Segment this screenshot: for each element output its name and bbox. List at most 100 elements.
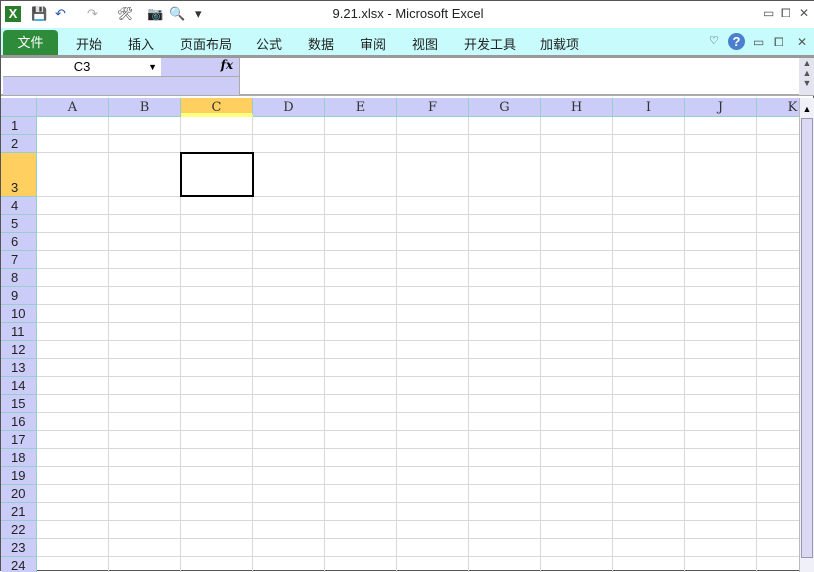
row-header-1[interactable]: 1 (1, 117, 37, 135)
column-header-B[interactable]: B (109, 98, 181, 117)
select-all-corner[interactable] (1, 98, 37, 117)
name-box[interactable]: C3 ▼ (3, 58, 161, 76)
gridline (37, 538, 799, 539)
gridline (324, 117, 325, 572)
row-header-17[interactable]: 17 (1, 431, 37, 449)
formula-controls: fx (161, 58, 239, 76)
gridline (37, 502, 799, 503)
column-header-H[interactable]: H (541, 98, 613, 117)
gridline (37, 268, 799, 269)
gridline (37, 556, 799, 557)
gridline (468, 117, 469, 572)
tab-home[interactable]: 开始 (76, 34, 102, 53)
formula-input[interactable] (239, 58, 797, 95)
row-header-12[interactable]: 12 (1, 341, 37, 359)
tab-review[interactable]: 审阅 (360, 34, 386, 53)
column-header-G[interactable]: G (469, 98, 541, 117)
gridline (37, 394, 799, 395)
row-header-23[interactable]: 23 (1, 539, 37, 557)
maximize-button[interactable]: ⧠ (781, 6, 791, 21)
name-box-area (3, 76, 239, 95)
row-header-7[interactable]: 7 (1, 251, 37, 269)
row-header-6[interactable]: 6 (1, 233, 37, 251)
row-header-10[interactable]: 10 (1, 305, 37, 323)
row-header-21[interactable]: 21 (1, 503, 37, 521)
gridline (37, 466, 799, 467)
help-icon[interactable]: ? (728, 33, 745, 50)
gridline (37, 322, 799, 323)
row-header-4[interactable]: 4 (1, 197, 37, 215)
row-header-5[interactable]: 5 (1, 215, 37, 233)
ribbon-tabs: 文件 开始 插入 页面布局 公式 数据 审阅 视图 开发工具 加载项 ♡ ? ▭… (1, 28, 814, 55)
workbook-minimize-button[interactable]: ▭ (753, 35, 764, 49)
tab-file[interactable]: 文件 (3, 30, 58, 55)
gridline (37, 430, 799, 431)
row-header-22[interactable]: 22 (1, 521, 37, 539)
column-header-I[interactable]: I (613, 98, 685, 117)
tab-data[interactable]: 数据 (308, 34, 334, 53)
row-header-3[interactable]: 3 (1, 153, 37, 197)
gridline (37, 304, 799, 305)
column-header-J[interactable]: J (685, 98, 757, 117)
gridline (37, 520, 799, 521)
column-header-A[interactable]: A (37, 98, 109, 117)
row-header-9[interactable]: 9 (1, 287, 37, 305)
spreadsheet-grid[interactable]: A B C D E F G H I J K 1 2 3 4 5 6 7 8 9 10 11 12 13 14 15 16 17 18 19… (1, 98, 799, 572)
gridline (37, 286, 799, 287)
gridline (108, 117, 109, 572)
tab-formulas[interactable]: 公式 (256, 34, 282, 53)
formula-bar-scroll[interactable]: ▲ ▲ ▼ (799, 58, 814, 95)
gridline (37, 152, 799, 153)
selected-cell-C3[interactable] (180, 152, 254, 197)
gridline (37, 250, 799, 251)
gridline (540, 117, 541, 572)
row-header-24[interactable]: 24 (1, 557, 37, 572)
column-header-D[interactable]: D (253, 98, 325, 117)
minimize-button[interactable]: ▭ (763, 6, 774, 20)
row-header-20[interactable]: 20 (1, 485, 37, 503)
tab-addins[interactable]: 加载项 (540, 34, 579, 53)
vertical-scrollbar[interactable]: ▲ (799, 98, 814, 572)
tab-page-layout[interactable]: 页面布局 (180, 34, 232, 53)
column-header-K[interactable]: K (757, 98, 799, 117)
row-header-15[interactable]: 15 (1, 395, 37, 413)
tab-view[interactable]: 视图 (412, 34, 438, 53)
gridline (396, 117, 397, 572)
row-header-2[interactable]: 2 (1, 135, 37, 153)
gridline (37, 448, 799, 449)
row-header-16[interactable]: 16 (1, 413, 37, 431)
workbook-restore-button[interactable]: ⧠ (774, 35, 784, 50)
gridline (37, 214, 799, 215)
gridline (37, 412, 799, 413)
scrollbar-thumb[interactable] (801, 118, 813, 558)
formula-bar: C3 ▼ fx ▲ ▲ ▼ (1, 58, 814, 96)
gridline (37, 484, 799, 485)
row-header-19[interactable]: 19 (1, 467, 37, 485)
gridline (612, 117, 613, 572)
gridline (37, 196, 799, 197)
chevron-down-icon[interactable]: ▼ (148, 58, 157, 76)
close-button[interactable]: ✕ (799, 6, 809, 20)
gridline (684, 117, 685, 572)
column-header-E[interactable]: E (325, 98, 397, 117)
workbook-close-button[interactable]: ✕ (797, 35, 807, 49)
row-header-14[interactable]: 14 (1, 377, 37, 395)
title-bar: X 💾 ↶ ↷ 🛠 📷 🔍 ▾ 9.21.xlsx - Microsoft Ex… (1, 1, 814, 28)
column-header-F[interactable]: F (397, 98, 469, 117)
row-header-11[interactable]: 11 (1, 323, 37, 341)
gridline (37, 376, 799, 377)
row-header-18[interactable]: 18 (1, 449, 37, 467)
tab-developer[interactable]: 开发工具 (464, 34, 516, 53)
window-title: 9.21.xlsx - Microsoft Excel (332, 6, 484, 21)
insert-function-button[interactable]: fx (221, 58, 233, 72)
collapse-ribbon-icon[interactable]: ♡ (709, 34, 719, 47)
gridline (37, 340, 799, 341)
name-box-value: C3 (73, 59, 91, 74)
column-header-C[interactable]: C (181, 98, 253, 117)
gridline (756, 117, 757, 572)
gridline (37, 134, 799, 135)
row-header-13[interactable]: 13 (1, 359, 37, 377)
tab-insert[interactable]: 插入 (128, 34, 154, 53)
gridline (37, 358, 799, 359)
row-header-8[interactable]: 8 (1, 269, 37, 287)
